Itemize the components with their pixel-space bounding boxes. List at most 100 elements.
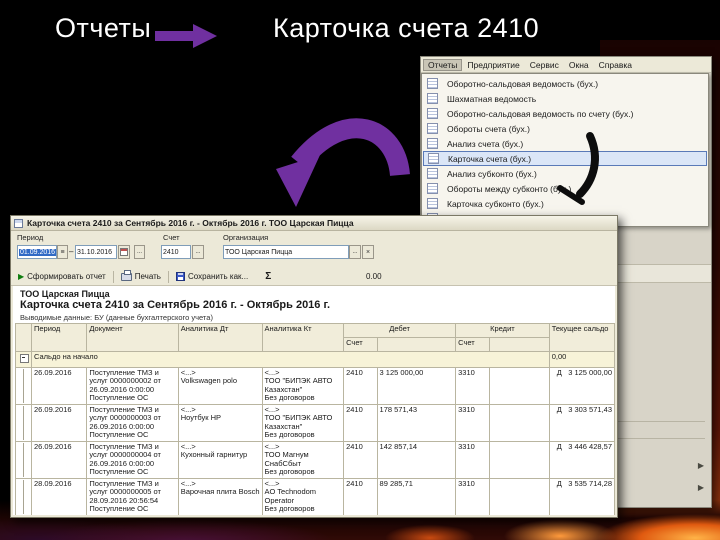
col-document: Документ	[86, 323, 179, 352]
menu-item-label: Анализ счета (бух.)	[447, 138, 524, 149]
cell-credit[interactable]	[488, 403, 550, 442]
collapse-icon[interactable]	[20, 354, 29, 363]
cell-credit-account[interactable]: 3310	[455, 366, 490, 405]
report-window-icon	[14, 218, 23, 228]
cell-document[interactable]: Поступление ТМЗ и услуг 0000000002 от 26.0…	[86, 366, 179, 405]
org-select-button[interactable]: ...	[349, 245, 361, 259]
group-bracket	[15, 366, 32, 405]
report-icon	[427, 108, 438, 119]
period-options-button[interactable]: ...	[134, 245, 145, 259]
account-value: 2410	[163, 248, 179, 256]
report-title: Карточка счета 2410 за Сентябрь 2016 г. …	[20, 299, 331, 311]
print-button[interactable]: Печать	[118, 269, 164, 282]
window-titlebar[interactable]: Карточка счета 2410 за Сентябрь 2016 г. …	[11, 216, 617, 231]
period-from-list-button[interactable]: ≡	[57, 245, 68, 259]
org-input[interactable]: ТОО Царская Пицца	[223, 245, 349, 259]
sum-button[interactable]: Σ	[265, 271, 271, 282]
cell-analytics-dt[interactable]: <...> Volkswagen polo	[177, 366, 263, 405]
balance-side: Д	[556, 367, 562, 377]
cell-balance[interactable]: Д3 446 428,57	[548, 440, 615, 479]
org-clear-button[interactable]: ×	[362, 245, 374, 259]
balance-side: Д	[556, 441, 562, 451]
cell-credit[interactable]	[488, 366, 550, 405]
entry-row: 26.09.2016 Поступление ТМЗ и услуг 0000000…	[15, 366, 615, 405]
cell-analytics-kt[interactable]: <...> ТОО Магнум СнабСбыт Без договоров	[261, 440, 345, 479]
flow-arrow-icon	[155, 24, 217, 48]
cell-credit-account[interactable]: 3310	[455, 403, 490, 442]
menu-item-label: Анализ субконто (бух.)	[447, 168, 537, 179]
cell-analytics-kt[interactable]: <...> ТОО "БИПЭК АВТО Казахстан" Без догово…	[261, 403, 345, 442]
cell-document[interactable]: Поступление ТМЗ и услуг 0000000003 от 26.0…	[86, 403, 179, 442]
col-debit-amount	[376, 337, 457, 352]
save-as-button[interactable]: Сохранить как...	[173, 271, 251, 282]
cell-analytics-dt[interactable]: <...> Кухонный гарнитур	[177, 440, 263, 479]
expand-arrow-icon[interactable]: ▶	[698, 461, 704, 470]
opening-balance: 0,00	[548, 351, 615, 368]
report-icon	[427, 123, 438, 134]
period-from-value: 01.09.2016	[19, 248, 56, 256]
menubar-item[interactable]: Сервис	[525, 59, 564, 71]
cell-debit[interactable]: 3 125 000,00	[376, 366, 457, 405]
cell-debit-account[interactable]: 2410	[343, 366, 378, 405]
cell-debit-account[interactable]: 2410	[343, 403, 378, 442]
expand-arrow-icon[interactable]: ▶	[698, 483, 704, 492]
cell-credit-account[interactable]: 3310	[455, 440, 490, 479]
cell-debit[interactable]: 142 857,14	[376, 440, 457, 479]
report-window: Карточка счета 2410 за Сентябрь 2016 г. …	[10, 215, 618, 518]
menu-item[interactable]: Шахматная ведомость	[422, 91, 708, 106]
report-area: ТОО Царская Пицца Карточка счета 2410 за…	[13, 286, 615, 515]
cell-credit[interactable]	[488, 477, 550, 515]
cell-period[interactable]: 26.09.2016	[30, 403, 88, 442]
account-input[interactable]: 2410	[161, 245, 191, 259]
menu-item-label: Обороты счета (бух.)	[447, 123, 530, 134]
menubar-item[interactable]: Окна	[564, 59, 594, 71]
entry-row: 26.09.2016 Поступление ТМЗ и услуг 0000000…	[15, 403, 615, 442]
period-to-input[interactable]: 31.10.2016	[75, 245, 117, 259]
calendar-button[interactable]	[118, 245, 130, 259]
cell-debit-account[interactable]: 2410	[343, 440, 378, 479]
cell-period[interactable]: 26.09.2016	[30, 440, 88, 479]
cell-credit-account[interactable]: 3310	[455, 477, 490, 515]
cell-analytics-kt[interactable]: <...> ТОО "БИПЭК АВТО Казахстан" Без догово…	[261, 366, 345, 405]
period-dash: –	[69, 247, 74, 256]
cell-analytics-dt[interactable]: <...> Варочная плита Bosch	[177, 477, 263, 515]
cell-analytics-kt[interactable]: <...> AO Technodom Operator Без договоров	[261, 477, 345, 515]
cell-debit[interactable]: 89 285,71	[376, 477, 457, 515]
cell-period[interactable]: 28.09.2016	[30, 477, 88, 515]
cell-debit-account[interactable]: 2410	[343, 477, 378, 515]
run-report-button[interactable]: ▶ Сформировать отчет	[15, 271, 109, 282]
toolbar-separator	[167, 270, 169, 283]
curved-arrow-icon	[276, 118, 410, 207]
slide: Отчеты Карточка счета 2410 Отчеты Предпри…	[0, 0, 720, 540]
report-toolbar: ▶ Сформировать отчет Печать Сохранить ка…	[11, 268, 617, 286]
menu-item-label: Шахматная ведомость	[447, 93, 537, 104]
menu-item[interactable]: Оборотно-сальдовая ведомость (бух.)	[422, 76, 708, 91]
col-analytics-dt: Аналитика Дт	[177, 323, 263, 352]
menubar-item[interactable]: Отчеты	[423, 58, 463, 71]
cell-period[interactable]: 26.09.2016	[30, 366, 88, 405]
report-icon	[427, 78, 438, 89]
cell-balance[interactable]: Д3 535 714,28	[548, 477, 615, 515]
entry-row: 28.09.2016 Поступление ТМЗ и услуг 0000000…	[15, 477, 615, 515]
list-icon: ≡	[60, 248, 65, 256]
cell-document[interactable]: Поступление ТМЗ и услуг 0000000004 от 26.0…	[86, 440, 179, 479]
cell-balance[interactable]: Д3 303 571,43	[548, 403, 615, 442]
menu-item[interactable]: Оборотно-сальдовая ведомость по счету (б…	[422, 106, 708, 121]
slide-title-right: Карточка счета 2410	[273, 13, 540, 43]
group-bracket	[15, 440, 32, 479]
cell-document[interactable]: Поступление ТМЗ и услуг 0000000005 от 28.0…	[86, 477, 179, 515]
menubar-item[interactable]: Предприятие	[462, 59, 524, 71]
org-value: ТОО Царская Пицца	[225, 248, 293, 256]
period-from-input[interactable]: 01.09.2016	[17, 245, 57, 259]
report-icon	[427, 198, 438, 209]
account-select-button[interactable]: ...	[192, 245, 204, 259]
cell-balance[interactable]: Д3 125 000,00	[548, 366, 615, 405]
report-table: Период Документ Аналитика Дт Аналитика Кт Де…	[15, 323, 615, 515]
menubar-item[interactable]: Справка	[594, 59, 637, 71]
account-label: Счет	[163, 233, 180, 242]
cell-credit[interactable]	[488, 440, 550, 479]
report-icon	[428, 153, 439, 164]
cell-analytics-dt[interactable]: <...> Ноутбук HP	[177, 403, 263, 442]
cell-debit[interactable]: 178 571,43	[376, 403, 457, 442]
col-debit: Дебет	[343, 323, 457, 338]
